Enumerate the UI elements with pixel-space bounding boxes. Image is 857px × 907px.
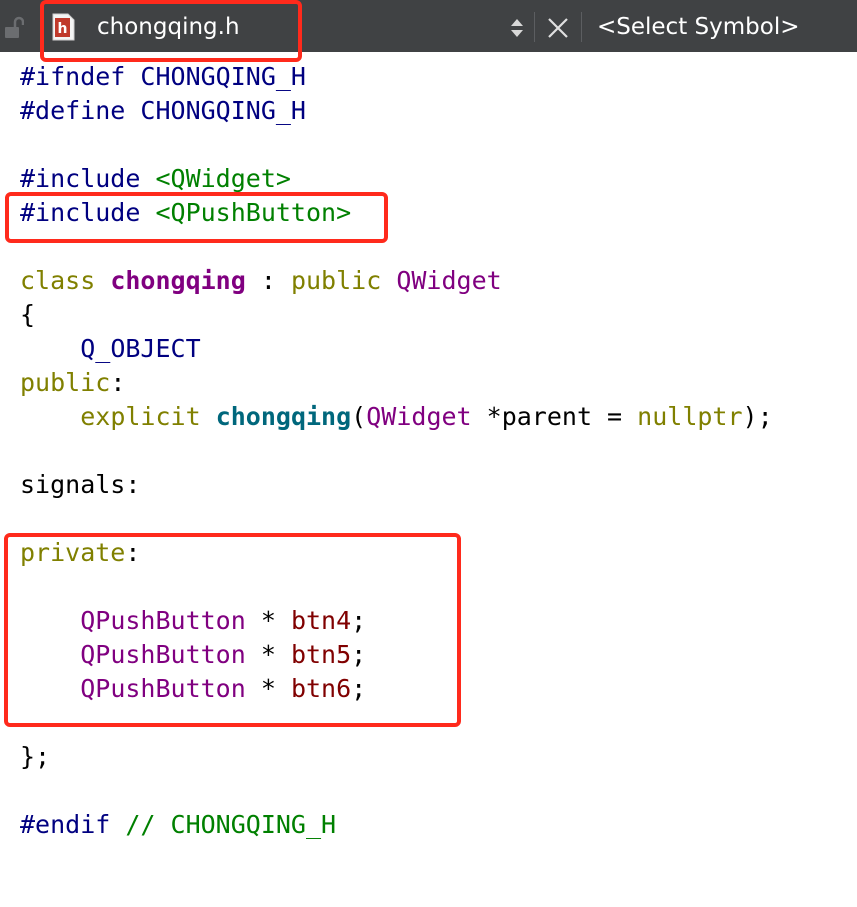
code-token: QPushButton — [80, 606, 246, 635]
svg-text:h: h — [58, 21, 68, 37]
code-token: #include — [20, 198, 156, 227]
code-token: : — [125, 538, 141, 567]
code-token: btn6 — [290, 674, 352, 703]
code-line[interactable]: { — [20, 298, 773, 332]
code-token: ; — [351, 606, 367, 635]
code-token: <QWidget> — [155, 164, 291, 193]
code-token: class — [20, 266, 96, 295]
header-file-icon: h — [52, 13, 75, 41]
code-token: ; — [351, 674, 367, 703]
code-line[interactable] — [20, 570, 773, 604]
toolbar-separator — [534, 12, 535, 42]
toolbar-separator — [581, 12, 582, 42]
code-line[interactable] — [20, 706, 773, 740]
code-token: ( — [351, 402, 367, 431]
code-line[interactable] — [20, 502, 773, 536]
code-token: public — [290, 266, 382, 295]
code-editor[interactable]: #ifndef CHONGQING_H #define CHONGQING_H #… — [0, 52, 857, 907]
code-token: : — [245, 266, 291, 295]
code-line[interactable] — [20, 774, 773, 808]
code-token: * — [245, 640, 291, 669]
code-line[interactable]: #ifndef CHONGQING_H — [20, 60, 773, 94]
code-token: public — [20, 368, 111, 397]
close-icon[interactable] — [546, 16, 570, 40]
code-line[interactable]: QPushButton * btn5; — [20, 638, 773, 672]
code-token: // CHONGQING_H — [110, 810, 337, 839]
code-token: chongqing — [215, 402, 352, 431]
code-line[interactable]: QPushButton * btn4; — [20, 604, 773, 638]
code-token: QPushButton — [80, 674, 246, 703]
code-token: private — [20, 538, 126, 567]
code-token: }; — [20, 742, 51, 771]
code-token: btn4 — [290, 606, 352, 635]
unlock-icon[interactable] — [4, 16, 24, 40]
code-line[interactable]: #include <QWidget> — [20, 162, 773, 196]
code-token: Q_OBJECT — [80, 334, 201, 363]
code-line[interactable] — [20, 128, 773, 162]
code-token: { — [20, 300, 36, 329]
code-token: * — [245, 674, 291, 703]
code-token: QWidget — [396, 266, 502, 295]
code-token: <QPushButton> — [155, 198, 352, 227]
code-line[interactable]: explicit chongqing(QWidget *parent = nul… — [20, 400, 773, 434]
code-token: * — [245, 606, 291, 635]
code-line[interactable]: }; — [20, 740, 773, 774]
code-line[interactable]: class chongqing : public QWidget — [20, 264, 773, 298]
code-line[interactable]: public: — [20, 366, 773, 400]
code-token: #endif — [20, 810, 111, 839]
updown-arrows-icon[interactable] — [508, 16, 526, 40]
code-line[interactable] — [20, 230, 773, 264]
symbol-select[interactable]: <Select Symbol> — [597, 13, 800, 41]
code-token: nullptr — [637, 402, 743, 431]
editor-toolbar: h chongqing.h <Select Symbol> — [0, 0, 857, 52]
code-token: #define CHONGQING_H — [20, 96, 306, 125]
code-token: explicit — [80, 402, 201, 431]
code-line[interactable]: Q_OBJECT — [20, 332, 773, 366]
code-token: signals: — [20, 470, 141, 499]
code-text[interactable]: #ifndef CHONGQING_H #define CHONGQING_H #… — [20, 60, 773, 842]
code-token: ); — [742, 402, 773, 431]
code-token: : — [110, 368, 126, 397]
code-line[interactable]: #endif // CHONGQING_H — [20, 808, 773, 842]
code-token: #include — [20, 164, 156, 193]
code-token: #ifndef CHONGQING_H — [20, 62, 306, 91]
file-name[interactable]: chongqing.h — [97, 13, 240, 41]
code-token: chongqing — [110, 266, 246, 295]
code-token: QWidget — [366, 402, 472, 431]
code-token: *parent = — [471, 402, 638, 431]
code-token: btn5 — [290, 640, 352, 669]
code-line[interactable]: signals: — [20, 468, 773, 502]
code-line[interactable]: private: — [20, 536, 773, 570]
code-line[interactable]: QPushButton * btn6; — [20, 672, 773, 706]
code-line[interactable]: #define CHONGQING_H — [20, 94, 773, 128]
code-line[interactable] — [20, 434, 773, 468]
code-line[interactable]: #include <QPushButton> — [20, 196, 773, 230]
code-token: ; — [351, 640, 367, 669]
code-token: QPushButton — [80, 640, 246, 669]
